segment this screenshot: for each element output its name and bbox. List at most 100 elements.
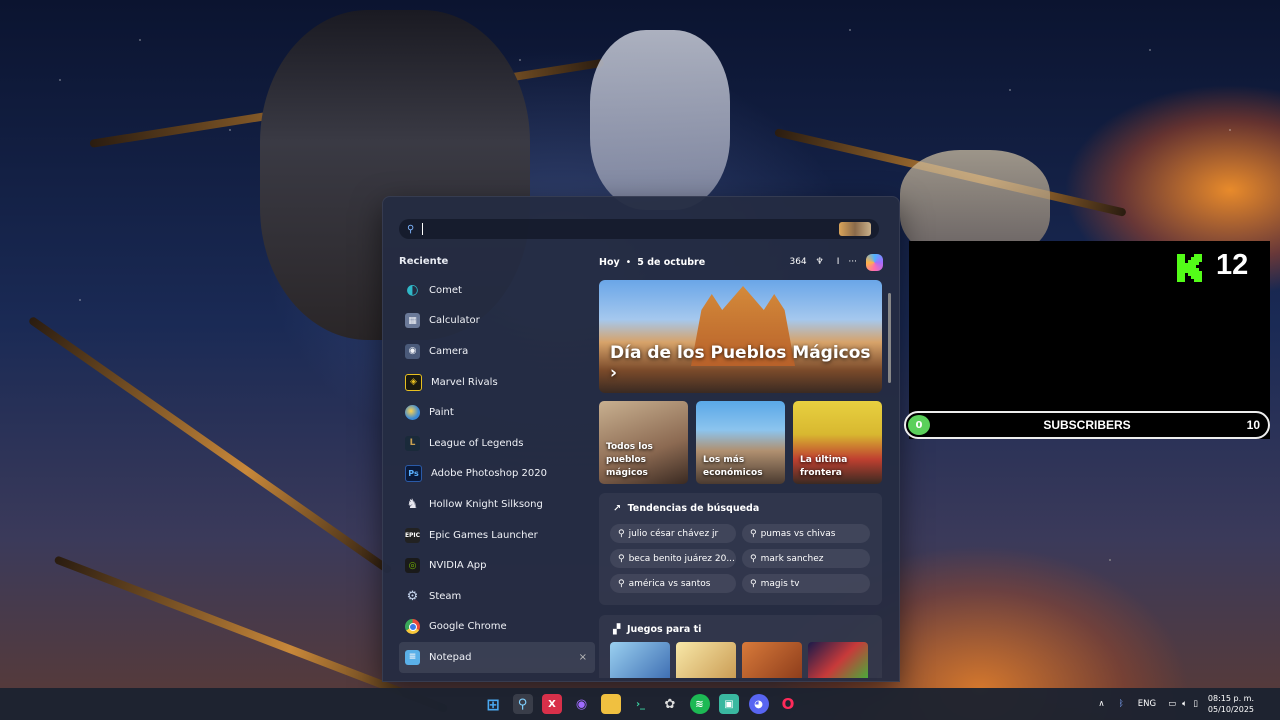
news-tiles: Todos los pueblos mágicos Los más económic… bbox=[599, 401, 882, 484]
app-label: Hollow Knight Silksong bbox=[429, 498, 543, 510]
language-indicator[interactable]: ENG bbox=[1138, 699, 1156, 709]
app-item-silksong[interactable]: ♞ Hollow Knight Silksong bbox=[399, 489, 595, 520]
calculator-icon: ▦ bbox=[405, 313, 420, 329]
news-tile[interactable]: La última frontera bbox=[793, 401, 882, 484]
tile-caption: Todos los pueblos mágicos bbox=[606, 442, 653, 478]
trend-chip[interactable]: ⚲ julio césar chávez jr bbox=[610, 524, 736, 543]
app-item-comet[interactable]: ◐ Comet bbox=[399, 275, 595, 306]
goal-max: 10 bbox=[1246, 418, 1260, 432]
app-label: NVIDIA App bbox=[429, 560, 487, 572]
x-app-icon[interactable]: X bbox=[542, 694, 562, 714]
app-item-steam[interactable]: ⚙ Steam bbox=[399, 581, 595, 612]
trending-icon: ↗ bbox=[613, 503, 621, 514]
app-item-league-of-legends[interactable]: L League of Legends bbox=[399, 428, 595, 459]
trends-title: ↗ Tendencias de búsqueda bbox=[613, 503, 760, 514]
taskbar: ⊞ ⚲ X ◉ ›_ ✿ ≋ ▣ ◕ O ∧ ᛒ ENG ▭ 🔈︎ ▯ 08:1… bbox=[0, 688, 1280, 720]
app-item-chrome[interactable]: Google Chrome bbox=[399, 612, 595, 643]
paint-icon bbox=[405, 405, 420, 421]
clock-time: 08:15 p. m. bbox=[1207, 694, 1254, 703]
character-figure bbox=[590, 30, 730, 210]
game-thumbnail[interactable] bbox=[610, 642, 670, 678]
search-icon: ⚲ bbox=[750, 528, 757, 539]
app-label: Calculator bbox=[429, 315, 480, 327]
search-icon: ⚲ bbox=[750, 578, 757, 589]
news-tile[interactable]: Los más económicos bbox=[696, 401, 785, 484]
terminal-icon[interactable]: ›_ bbox=[631, 694, 651, 714]
feed-scrollbar[interactable] bbox=[888, 285, 891, 665]
app-label: Comet bbox=[429, 284, 462, 296]
copilot-icon[interactable] bbox=[866, 253, 883, 271]
goal-label: SUBSCRIBERS bbox=[1043, 418, 1131, 432]
kick-logo-icon bbox=[1177, 254, 1202, 282]
more-options-button[interactable]: ··· bbox=[848, 257, 857, 267]
feed-date: 5 de octubre bbox=[637, 256, 706, 268]
camera-icon: ◉ bbox=[405, 343, 420, 359]
games-icon: ▞ bbox=[613, 624, 621, 635]
scrollbar-thumb[interactable] bbox=[888, 293, 891, 383]
game-thumbnail[interactable] bbox=[808, 642, 868, 678]
game-launcher-icon[interactable]: ▣ bbox=[719, 694, 739, 714]
game-thumbnail[interactable] bbox=[676, 642, 736, 678]
app-item-camera[interactable]: ◉ Camera bbox=[399, 336, 595, 367]
show-hidden-icons-button[interactable]: ∧ bbox=[1098, 699, 1104, 709]
app-item-calculator[interactable]: ▦ Calculator bbox=[399, 306, 595, 337]
chatgpt-icon[interactable]: ✿ bbox=[660, 694, 680, 714]
search-highlight-icon[interactable] bbox=[839, 222, 871, 236]
start-search-box[interactable]: ⚲ bbox=[399, 219, 879, 239]
discord-icon[interactable]: ◕ bbox=[748, 694, 769, 714]
bluetooth-icon[interactable]: ᛒ bbox=[1119, 699, 1124, 709]
trophy-icon: ♆ bbox=[815, 257, 824, 267]
app-label: Marvel Rivals bbox=[431, 376, 498, 388]
widgets-feed: Hoy • 5 de octubre 364 ♆ I ··· Día de lo… bbox=[599, 253, 883, 678]
profile-initial-icon[interactable]: I bbox=[837, 257, 840, 267]
search-taskbar-icon[interactable]: ⚲ bbox=[512, 694, 533, 714]
app-item-marvel-rivals[interactable]: ◈ Marvel Rivals bbox=[399, 367, 595, 398]
app-label: Camera bbox=[429, 345, 469, 357]
app-item-epic-games[interactable]: EPIC Epic Games Launcher bbox=[399, 520, 595, 551]
notepad-icon: ≡ bbox=[405, 649, 420, 665]
app-label: Notepad bbox=[429, 651, 472, 663]
feed-header: Hoy • 5 de octubre 364 ♆ I ··· bbox=[599, 253, 883, 271]
trend-chip[interactable]: ⚲ pumas vs chivas bbox=[742, 524, 870, 543]
games-title: ▞ Juegos para ti bbox=[613, 624, 702, 635]
epic-games-icon: EPIC bbox=[405, 527, 420, 543]
tile-caption: Los más económicos bbox=[703, 455, 763, 478]
search-icon: ⚲ bbox=[618, 578, 625, 589]
search-icon: ⚲ bbox=[750, 553, 757, 564]
hero-news-card[interactable]: Día de los Pueblos Mágicos › bbox=[599, 280, 882, 393]
subscriber-count: 12 bbox=[1216, 249, 1249, 281]
hero-title: Día de los Pueblos Mágicos › bbox=[610, 343, 871, 383]
clock-date: 05/10/2025 bbox=[1207, 705, 1254, 714]
app-item-nvidia[interactable]: ◎ NVIDIA App bbox=[399, 550, 595, 581]
clock[interactable]: 08:15 p. m. 05/10/2025 bbox=[1208, 693, 1254, 715]
app-item-paint[interactable]: Paint bbox=[399, 397, 595, 428]
file-explorer-icon[interactable] bbox=[601, 694, 621, 714]
windows-start-icon[interactable]: ⊞ bbox=[483, 694, 503, 714]
edge-icon[interactable]: ◉ bbox=[572, 694, 592, 714]
app-label: Google Chrome bbox=[429, 621, 507, 633]
spotify-icon[interactable]: ≋ bbox=[689, 694, 710, 714]
photoshop-icon: Ps bbox=[405, 465, 422, 483]
feed-day: Hoy bbox=[599, 256, 620, 268]
battery-icon[interactable]: ▯ bbox=[1193, 699, 1198, 709]
app-item-photoshop[interactable]: Ps Adobe Photoshop 2020 bbox=[399, 459, 595, 490]
recent-title: Reciente bbox=[399, 256, 449, 267]
trend-chip[interactable]: ⚲ beca benito juárez 20... bbox=[610, 549, 736, 568]
opera-icon[interactable]: O bbox=[778, 694, 798, 714]
app-label: Paint bbox=[429, 407, 454, 419]
trend-chip[interactable]: ⚲ mark sanchez bbox=[742, 549, 870, 568]
subscriber-goal-bar: 0 SUBSCRIBERS 10 bbox=[904, 411, 1270, 439]
app-item-notepad[interactable]: ≡ Notepad × bbox=[399, 642, 595, 673]
network-icon[interactable]: ▭ bbox=[1168, 699, 1176, 709]
trend-chip[interactable]: ⚲ magis tv bbox=[742, 574, 870, 593]
app-label: Steam bbox=[429, 590, 462, 602]
silksong-icon: ♞ bbox=[406, 496, 419, 512]
game-thumbnail[interactable] bbox=[742, 642, 802, 678]
news-tile[interactable]: Todos los pueblos mágicos bbox=[599, 401, 688, 484]
remove-recent-button[interactable]: × bbox=[579, 652, 587, 663]
rewards-points[interactable]: 364 bbox=[789, 257, 806, 267]
steam-icon: ⚙ bbox=[406, 588, 419, 604]
search-trends-card: ↗ Tendencias de búsqueda ⚲ julio césar ch… bbox=[599, 493, 882, 605]
volume-icon[interactable]: 🔈︎ bbox=[1182, 699, 1187, 709]
trend-chip[interactable]: ⚲ américa vs santos bbox=[610, 574, 736, 593]
